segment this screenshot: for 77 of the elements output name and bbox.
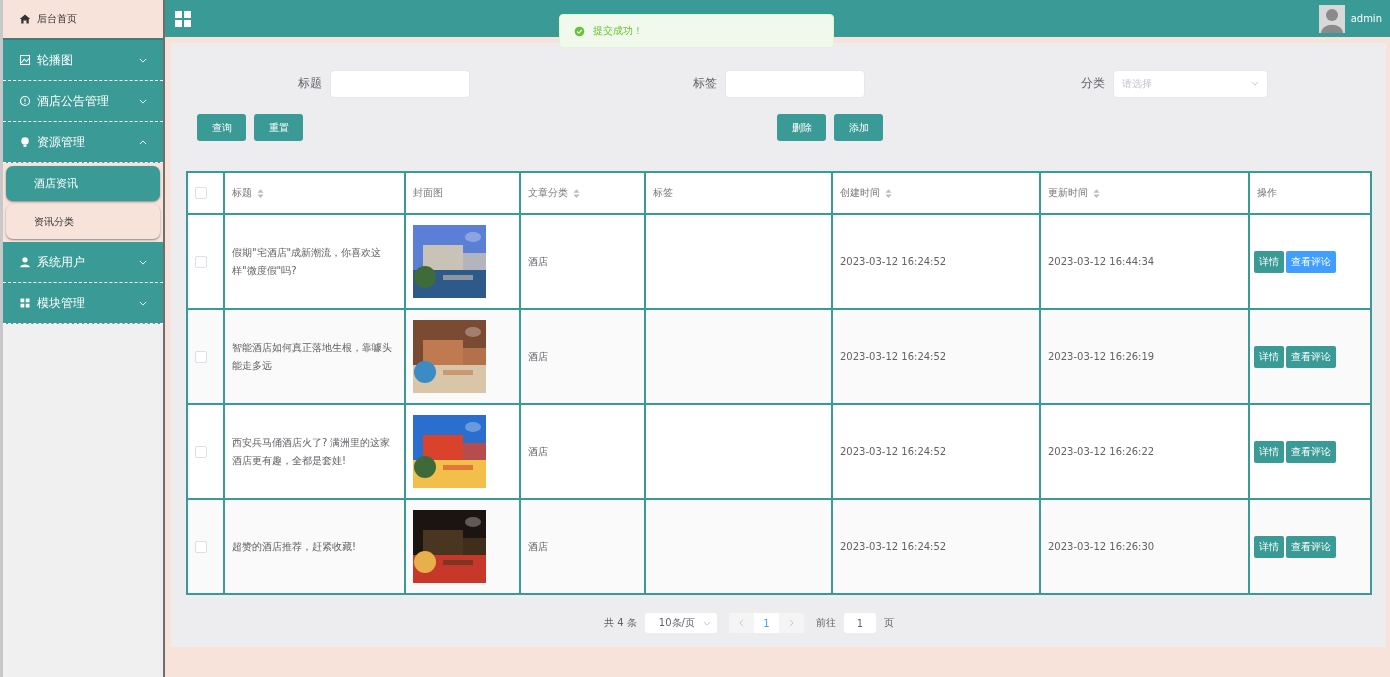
chevron-up-icon <box>139 139 147 145</box>
comments-button[interactable]: 查看评论 <box>1286 440 1336 463</box>
table-cell: 酒店 <box>520 309 645 404</box>
next-page-button[interactable] <box>778 613 804 633</box>
previous-page-button[interactable] <box>728 613 754 633</box>
submenu-item[interactable]: 酒店资讯 <box>6 166 160 201</box>
chevron-left-icon <box>738 619 744 627</box>
sidebar-item[interactable]: 系统用户 <box>3 242 163 283</box>
page-button[interactable]: 1 <box>753 613 779 633</box>
table-cell: 2023-03-12 16:26:30 <box>1040 499 1249 594</box>
total-count: 共 4 条 <box>604 616 637 630</box>
column-header: 标签 <box>653 186 673 200</box>
sort-icon[interactable] <box>573 188 580 198</box>
column-header[interactable]: 更新时间 <box>1048 184 1100 202</box>
info-icon <box>19 95 31 107</box>
sort-icon[interactable] <box>257 188 264 198</box>
column-header[interactable]: 文章分类 <box>528 184 580 202</box>
table-cell: 2023-03-12 16:24:52 <box>832 499 1040 594</box>
goto-label: 前往 <box>815 616 836 630</box>
row-checkbox[interactable] <box>195 350 207 363</box>
comments-button[interactable]: 查看评论 <box>1286 250 1336 273</box>
image-icon <box>19 54 31 66</box>
column-header: 操作 <box>1257 186 1277 200</box>
delete-button[interactable]: 删除 <box>777 114 826 141</box>
grid-icon <box>19 297 31 309</box>
select-all-checkbox[interactable] <box>195 187 207 199</box>
details-button[interactable]: 详情 <box>1254 345 1284 368</box>
row-checkbox[interactable] <box>195 255 207 268</box>
chevron-down-icon <box>139 98 147 104</box>
page-unit: 页 <box>883 616 894 630</box>
details-button[interactable]: 详情 <box>1254 250 1284 273</box>
chevron-down-icon <box>139 300 147 306</box>
sort-icon[interactable] <box>885 188 892 198</box>
user-name[interactable]: admin <box>1350 13 1382 24</box>
page-size-select[interactable]: 10条/页 <box>644 613 717 633</box>
table-cell: 智能酒店如何真正落地生根，靠噱头能走多远 <box>224 309 405 404</box>
bulb-icon <box>19 136 31 148</box>
details-button[interactable]: 详情 <box>1254 440 1284 463</box>
table-cell: 酒店 <box>520 499 645 594</box>
search-button[interactable]: 查询 <box>197 114 246 141</box>
field-label: 分类 <box>1080 75 1105 92</box>
input-field[interactable] <box>329 69 470 98</box>
user-icon <box>19 256 31 268</box>
field-label: 标签 <box>693 75 717 92</box>
field-label: 标题 <box>297 75 322 92</box>
row-checkbox[interactable] <box>195 445 207 458</box>
chevron-right-icon <box>788 619 794 627</box>
sidebar-item[interactable]: 模块管理 <box>3 283 163 324</box>
chevron-down-icon <box>1250 81 1259 86</box>
column-header[interactable]: 标题 <box>232 184 264 202</box>
sort-icon[interactable] <box>1093 188 1100 198</box>
table-cell: 2023-03-12 16:24:52 <box>832 309 1040 404</box>
chevron-down-icon <box>139 57 147 63</box>
sidebar-item[interactable]: 资源管理 <box>3 122 163 163</box>
table-cell: 2023-03-12 16:26:19 <box>1040 309 1249 404</box>
reset-button[interactable]: 重置 <box>254 114 303 141</box>
column-header: 封面图 <box>413 186 443 200</box>
avatar[interactable] <box>1318 4 1345 33</box>
submenu-item[interactable]: 资讯分类 <box>6 204 160 239</box>
sidebar-item[interactable]: 轮播图 <box>3 40 163 81</box>
home-icon <box>19 13 31 25</box>
add-button[interactable]: 添加 <box>834 114 883 141</box>
input-field[interactable] <box>725 69 865 98</box>
sidebar-item[interactable]: 酒店公告管理 <box>3 81 163 122</box>
comments-button[interactable]: 查看评论 <box>1286 535 1336 558</box>
check-circle-icon <box>574 25 585 37</box>
table-cell: 超赞的酒店推荐，赶紧收藏! <box>224 499 405 594</box>
goto-page-field[interactable]: 1 <box>843 613 876 633</box>
comments-button[interactable]: 查看评论 <box>1286 345 1336 368</box>
sidebar-item[interactable]: 后台首页 <box>3 0 163 40</box>
toast-message: 提交成功！ <box>593 24 643 38</box>
details-button[interactable]: 详情 <box>1254 535 1284 558</box>
chevron-down-icon <box>702 620 711 626</box>
chevron-down-icon <box>139 259 147 265</box>
row-checkbox[interactable] <box>195 540 207 553</box>
grid-icon[interactable] <box>175 10 191 27</box>
column-header[interactable]: 创建时间 <box>840 184 892 202</box>
